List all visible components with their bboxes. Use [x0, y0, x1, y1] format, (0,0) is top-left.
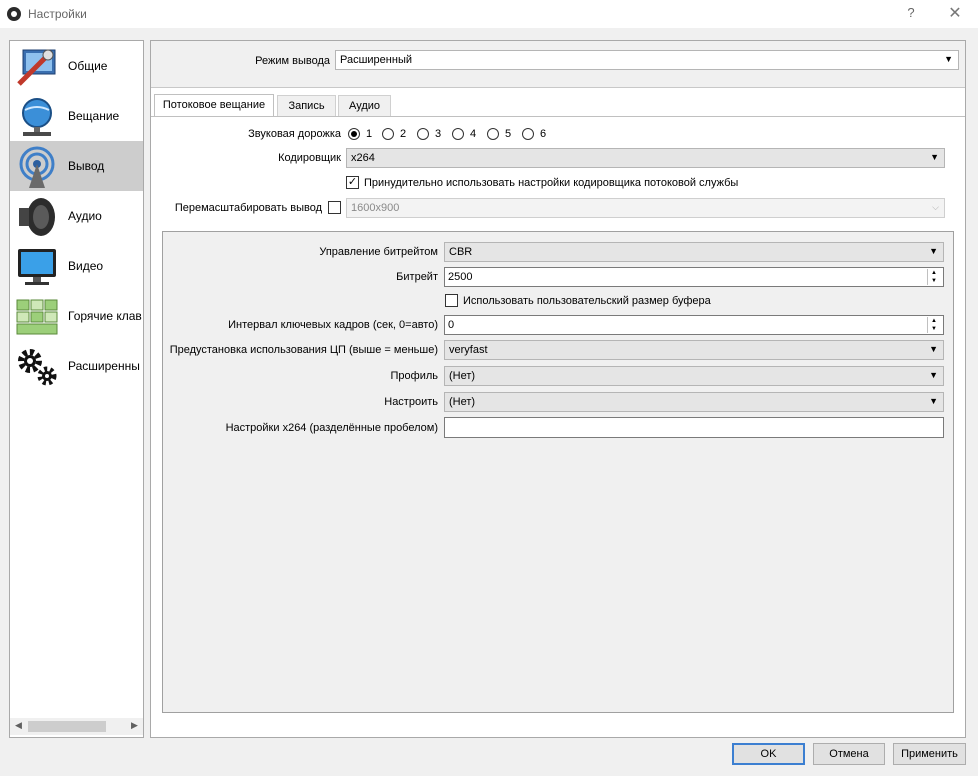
spin-arrows[interactable]: ▲ ▼: [927, 269, 942, 285]
tab-recording[interactable]: Запись: [277, 95, 336, 116]
audio-track-radio-label: 5: [505, 128, 512, 140]
audio-track-radio-6[interactable]: [522, 128, 534, 140]
x264-options-input[interactable]: [444, 417, 944, 438]
help-button[interactable]: ?: [902, 5, 920, 23]
sidebar-item-output[interactable]: Вывод: [10, 141, 143, 191]
audio-track-radio-1[interactable]: [348, 128, 360, 140]
sidebar-item-advanced[interactable]: Расширенны: [10, 341, 143, 391]
spin-down-icon[interactable]: ▼: [931, 278, 937, 284]
ok-button[interactable]: OK: [732, 743, 805, 765]
chevron-down-icon: ⌵: [932, 202, 939, 212]
audio-track-radio-2[interactable]: [382, 128, 394, 140]
output-mode-value: Расширенный: [340, 54, 412, 66]
spin-up-icon[interactable]: ▲: [931, 270, 937, 276]
monitor-icon: [18, 249, 56, 285]
audio-track-label: Звуковая дорожка: [248, 128, 341, 140]
encoder-value: x264: [351, 152, 375, 164]
close-button[interactable]: ✕: [944, 4, 966, 24]
sidebar-item-hotkeys[interactable]: Горячие клав: [10, 291, 143, 341]
enforce-encoder-label: Принудительно использовать настройки код…: [364, 177, 739, 189]
cancel-button[interactable]: Отмена: [813, 743, 885, 765]
rescale-resolution-select: 1600x900 ⌵: [346, 198, 945, 218]
chevron-down-icon: ▼: [929, 246, 938, 256]
tune-value: (Нет): [449, 396, 476, 408]
tune-select[interactable]: (Нет) ▼: [444, 392, 944, 412]
stream-globe-icon: [22, 98, 52, 136]
tune-label: Настроить: [384, 396, 438, 408]
audio-track-radio-label: 6: [540, 128, 547, 140]
profile-select[interactable]: (Нет) ▼: [444, 366, 944, 386]
audio-track-radio-label: 3: [435, 128, 442, 140]
profile-value: (Нет): [449, 370, 476, 382]
encoder-select[interactable]: x264 ▼: [346, 148, 945, 168]
sidebar-item-label: Видео: [68, 259, 104, 273]
bitrate-value: 2500: [448, 271, 473, 283]
enforce-encoder-checkbox[interactable]: ✓: [346, 176, 359, 189]
x264-options-label: Настройки x264 (разделённые пробелом): [225, 422, 438, 434]
sidebar-item-stream[interactable]: Вещание: [10, 91, 143, 141]
sidebar-item-label: Вывод: [68, 159, 105, 173]
output-mode-select[interactable]: Расширенный ▼: [335, 50, 959, 70]
sidebar-horizontal-scrollbar[interactable]: ◀ ▶: [10, 718, 143, 735]
audio-track-radio-label: 2: [400, 128, 407, 140]
rate-control-label: Управление битрейтом: [319, 246, 438, 258]
rate-control-value: CBR: [449, 246, 473, 258]
custom-buffer-label: Использовать пользовательский размер буф…: [463, 295, 711, 307]
obs-logo-icon: [7, 7, 21, 21]
output-mode-label: Режим вывода: [255, 55, 330, 67]
spin-arrows[interactable]: ▲ ▼: [927, 317, 942, 333]
audio-track-radio-label: 4: [470, 128, 477, 140]
cpu-preset-select[interactable]: veryfast ▼: [444, 340, 944, 360]
tab-audio[interactable]: Аудио: [338, 95, 391, 116]
sidebar-item-general[interactable]: Общие: [10, 41, 143, 91]
keyframe-spinbox[interactable]: 0 ▲ ▼: [444, 315, 944, 335]
audio-track-radio-4[interactable]: [452, 128, 464, 140]
rescale-value: 1600x900: [351, 202, 400, 214]
profile-label: Профиль: [390, 370, 439, 382]
scroll-left-icon[interactable]: ◀: [15, 720, 22, 731]
sidebar-item-audio[interactable]: Аудио: [10, 191, 143, 241]
rescale-checkbox[interactable]: [328, 201, 341, 214]
bitrate-label: Битрейт: [396, 271, 438, 283]
bitrate-spinbox[interactable]: 2500 ▲ ▼: [444, 267, 944, 287]
rescale-label: Перемасштабировать вывод: [174, 202, 322, 214]
sidebar-item-label: Аудио: [68, 209, 102, 223]
chevron-down-icon: ▼: [929, 396, 938, 406]
settings-sidebar: Общие Вещание Вывод Аудио Видео Горячие …: [9, 40, 144, 738]
apply-button[interactable]: Применить: [893, 743, 966, 765]
encoder-label: Кодировщик: [278, 152, 341, 164]
cpu-preset-value: veryfast: [449, 344, 488, 356]
scrollbar-thumb[interactable]: [28, 721, 106, 732]
keyframe-label: Интервал ключевых кадров (сек, 0=авто): [228, 319, 438, 331]
sidebar-item-video[interactable]: Видео: [10, 241, 143, 291]
cpu-preset-label: Предустановка использования ЦП (выше = м…: [169, 344, 438, 356]
tab-streaming[interactable]: Потоковое вещание: [154, 94, 274, 117]
window-title: Настройки: [28, 7, 87, 21]
spin-up-icon[interactable]: ▲: [931, 318, 937, 324]
chevron-down-icon: ▼: [929, 344, 938, 354]
rate-control-select[interactable]: CBR ▼: [444, 242, 944, 262]
sidebar-item-label: Общие: [68, 59, 108, 73]
output-broadcast-icon: [19, 146, 55, 188]
audio-track-radio-label: 1: [366, 128, 373, 140]
audio-track-radio-3[interactable]: [417, 128, 429, 140]
general-settings-icon: [17, 49, 56, 86]
keyframe-value: 0: [448, 319, 455, 331]
sidebar-item-label: Вещание: [68, 109, 120, 123]
speaker-icon: [19, 198, 55, 236]
custom-buffer-checkbox[interactable]: [445, 294, 458, 307]
sidebar-item-label: Расширенны: [68, 359, 140, 373]
chevron-down-icon: ▼: [929, 370, 938, 380]
chevron-down-icon: ▼: [930, 152, 939, 162]
spin-down-icon[interactable]: ▼: [931, 326, 937, 332]
audio-track-radio-5[interactable]: [487, 128, 499, 140]
sidebar-item-label: Горячие клав: [68, 309, 142, 323]
keyboard-icon: [16, 299, 58, 335]
gears-icon: [18, 349, 57, 386]
title-bar: Настройки ? ✕: [0, 0, 978, 28]
chevron-down-icon: ▼: [944, 54, 953, 64]
scroll-right-icon[interactable]: ▶: [131, 720, 138, 731]
